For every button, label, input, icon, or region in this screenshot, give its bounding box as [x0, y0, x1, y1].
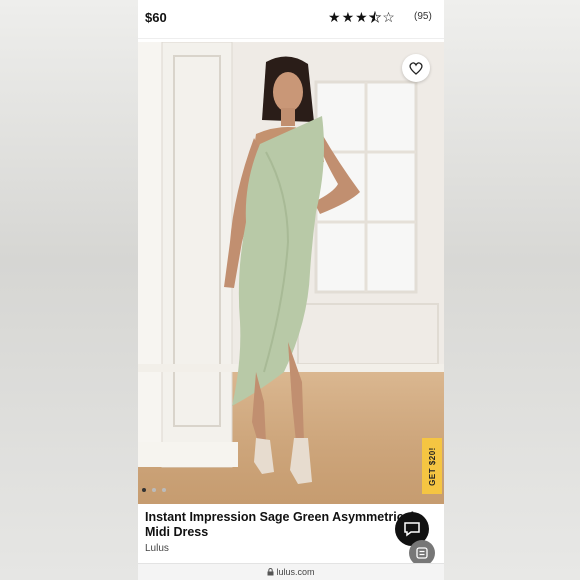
phone-screen: $60 ★ ★ ★ ★ ☆ (95) GET $20! Instant Impr…	[138, 0, 444, 580]
star-half-icon: ★	[368, 9, 382, 26]
chat-icon	[404, 522, 420, 537]
url-text: lulus.com	[138, 567, 444, 577]
favorite-button[interactable]	[402, 54, 430, 82]
carousel-dot-1[interactable]	[142, 488, 146, 492]
star-full-icon: ★	[341, 9, 355, 25]
heart-icon	[409, 62, 423, 75]
star-full-icon: ★	[328, 9, 341, 25]
browser-url-bar[interactable]: lulus.com	[138, 563, 444, 580]
carousel-dot-3[interactable]	[162, 488, 166, 492]
promo-tab[interactable]: GET $20!	[422, 438, 442, 494]
url-domain: lulus.com	[276, 567, 315, 577]
background-blur-right	[444, 0, 580, 580]
product-brand[interactable]: Lulus	[145, 543, 169, 554]
product-image[interactable]	[138, 42, 444, 504]
promo-label: GET $20!	[427, 446, 437, 486]
lock-icon	[267, 568, 274, 576]
star-empty-icon: ☆	[382, 9, 395, 25]
product-title: Instant Impression Sage Green Asymmetric…	[145, 510, 415, 539]
background-blur-left	[0, 0, 138, 580]
product-photo-illustration	[138, 42, 444, 504]
image-carousel-dots[interactable]	[142, 488, 166, 492]
product-header-bar: $60 ★ ★ ★ ★ ☆ (95)	[138, 0, 444, 39]
product-price: $60	[145, 10, 167, 25]
review-count[interactable]: (95)	[414, 11, 432, 22]
star-full-icon: ★	[355, 9, 368, 25]
reader-icon	[416, 547, 428, 559]
rating-stars[interactable]: ★ ★ ★ ★ ☆	[328, 9, 395, 26]
carousel-dot-2[interactable]	[152, 488, 156, 492]
